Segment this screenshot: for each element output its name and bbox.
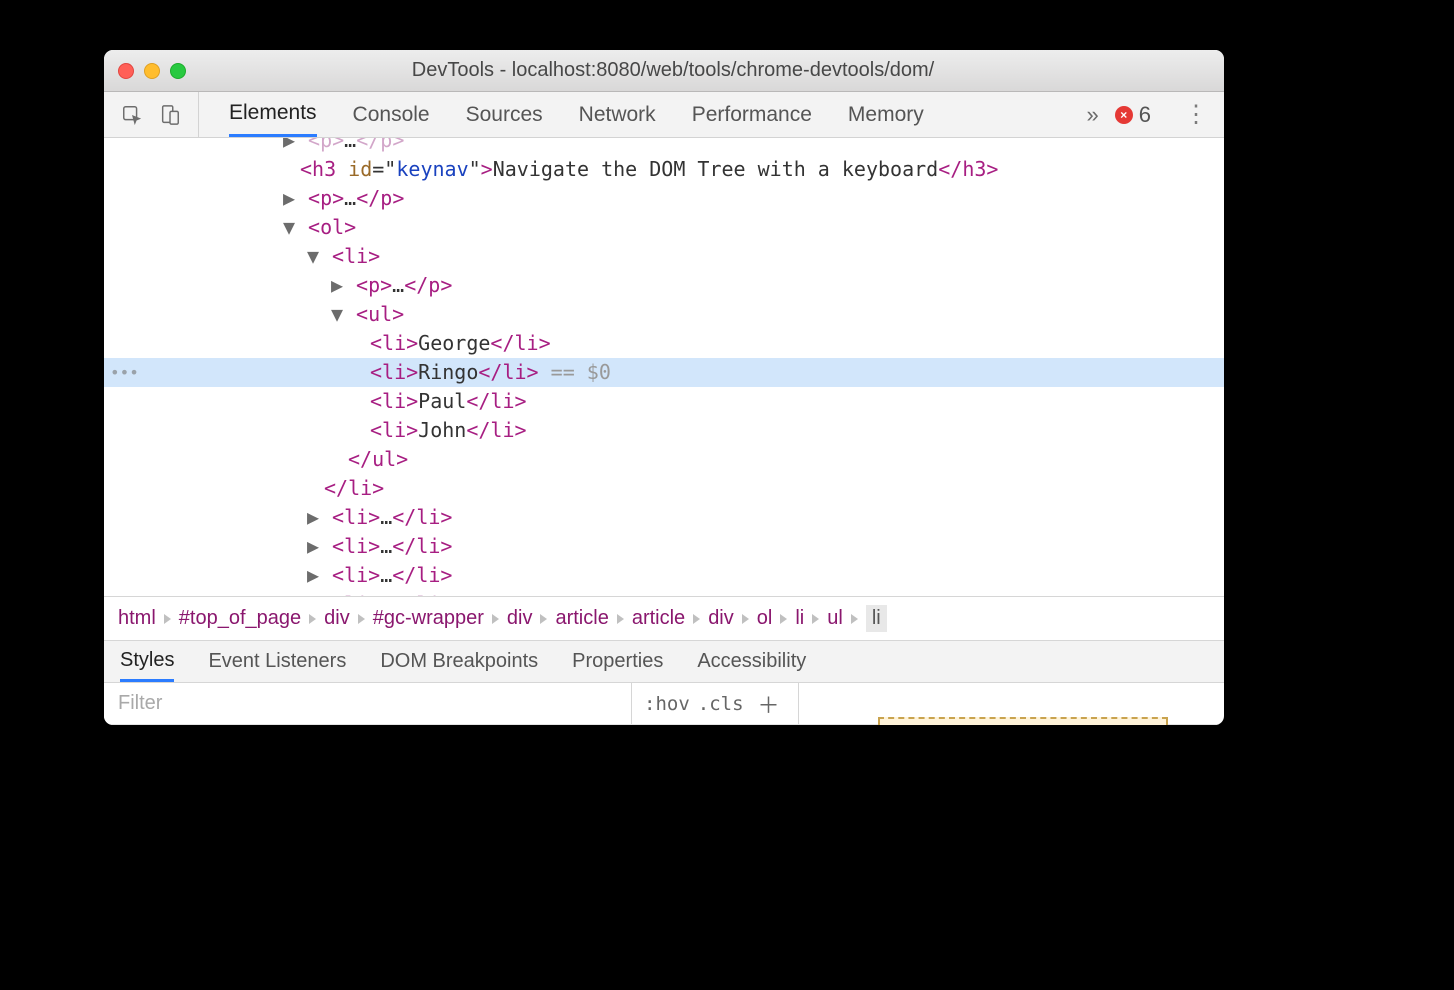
crumb-div[interactable]: div: [324, 607, 350, 630]
chevron-right-icon: [358, 614, 365, 624]
crumb-html[interactable]: html: [118, 607, 156, 630]
overflow-tabs-icon[interactable]: »: [1087, 102, 1099, 128]
new-style-rule-icon[interactable]: ＋: [752, 688, 786, 720]
tab-console[interactable]: Console: [353, 92, 430, 137]
toolbar-left-icons: [104, 92, 199, 137]
inspect-element-icon[interactable]: [120, 103, 144, 127]
chevron-right-icon: [812, 614, 819, 624]
chevron-right-icon: [742, 614, 749, 624]
crumb-top-of-page[interactable]: #top_of_page: [179, 607, 301, 630]
devtools-window: DevTools - localhost:8080/web/tools/chro…: [104, 50, 1224, 725]
tree-row[interactable]: </li>: [104, 474, 1224, 503]
chevron-right-icon: [693, 614, 700, 624]
tree-row-selected[interactable]: •••<li>Ringo</li> == $0: [104, 358, 1224, 387]
tree-row[interactable]: ▶ <li>…</li>: [104, 532, 1224, 561]
box-model-margin-icon: [878, 717, 1168, 725]
styles-filter-input[interactable]: [104, 683, 632, 724]
tree-row[interactable]: ▶ <li>…</li>: [104, 503, 1224, 532]
chevron-right-icon: [540, 614, 547, 624]
tree-row[interactable]: </ul>: [104, 445, 1224, 474]
styles-tabs: Styles Event Listeners DOM Breakpoints P…: [104, 641, 1224, 683]
tree-row-ul[interactable]: ▼ <ul>: [104, 300, 1224, 329]
crumb-div[interactable]: div: [507, 607, 533, 630]
crumb-gc-wrapper[interactable]: #gc-wrapper: [373, 607, 484, 630]
crumb-li[interactable]: li: [795, 607, 804, 630]
tree-row[interactable]: ▶ <p>…</p>: [104, 138, 1224, 155]
cls-toggle[interactable]: .cls: [698, 693, 744, 715]
tab-event-listeners[interactable]: Event Listeners: [208, 641, 346, 682]
tree-row-h3[interactable]: <h3 id="keynav">Navigate the DOM Tree wi…: [104, 155, 1224, 184]
dom-tree[interactable]: ▶ <p>…</p> <h3 id="keynav">Navigate the …: [104, 138, 1224, 596]
tree-row-li[interactable]: ▼ <li>: [104, 242, 1224, 271]
tree-row-item[interactable]: <li>John</li>: [104, 416, 1224, 445]
chevron-right-icon: [851, 614, 858, 624]
crumb-article[interactable]: article: [555, 607, 608, 630]
tab-styles[interactable]: Styles: [120, 641, 174, 682]
chevron-right-icon: [492, 614, 499, 624]
titlebar: DevTools - localhost:8080/web/tools/chro…: [104, 50, 1224, 92]
box-model-pane: [799, 683, 1224, 724]
tab-memory[interactable]: Memory: [848, 92, 924, 137]
tab-accessibility[interactable]: Accessibility: [697, 641, 806, 682]
tab-elements[interactable]: Elements: [229, 92, 317, 137]
crumb-article[interactable]: article: [632, 607, 685, 630]
tree-row-item[interactable]: <li>George</li>: [104, 329, 1224, 358]
hov-toggle[interactable]: :hov: [644, 693, 690, 715]
crumb-div[interactable]: div: [708, 607, 734, 630]
error-counter[interactable]: × 6: [1115, 102, 1151, 128]
selected-node-hint: == $0: [539, 360, 611, 384]
window-zoom-button[interactable]: [170, 63, 186, 79]
tree-row[interactable]: ▶ <li>…</li>: [104, 561, 1224, 590]
row-actions-icon[interactable]: •••: [104, 358, 139, 387]
chevron-right-icon: [309, 614, 316, 624]
tab-properties[interactable]: Properties: [572, 641, 663, 682]
main-toolbar: Elements Console Sources Network Perform…: [104, 92, 1224, 138]
panel-tabs: Elements Console Sources Network Perform…: [199, 92, 1071, 137]
error-count: 6: [1139, 102, 1151, 128]
window-minimize-button[interactable]: [144, 63, 160, 79]
device-toolbar-icon[interactable]: [158, 103, 182, 127]
tab-performance[interactable]: Performance: [692, 92, 812, 137]
tree-row[interactable]: ▶ <p>…</p>: [104, 271, 1224, 300]
styles-bar: :hov .cls ＋: [104, 683, 1224, 725]
error-icon: ×: [1115, 106, 1133, 124]
breadcrumb: html #top_of_page div #gc-wrapper div ar…: [104, 596, 1224, 641]
tree-row-ol[interactable]: ▼ <ol>: [104, 213, 1224, 242]
tree-row[interactable]: ▶ <p>…</p>: [104, 184, 1224, 213]
tab-sources[interactable]: Sources: [466, 92, 543, 137]
crumb-ol[interactable]: ol: [757, 607, 773, 630]
crumb-ul[interactable]: ul: [827, 607, 843, 630]
toolbar-right: » × 6 ⋮: [1071, 102, 1225, 128]
tab-dom-breakpoints[interactable]: DOM Breakpoints: [380, 641, 538, 682]
tree-row-item[interactable]: <li>Paul</li>: [104, 387, 1224, 416]
style-toggles: :hov .cls ＋: [632, 683, 799, 724]
tree-row[interactable]: ▶ <li>…</li>: [104, 590, 1224, 596]
window-title: DevTools - localhost:8080/web/tools/chro…: [196, 59, 1210, 82]
chevron-right-icon: [164, 614, 171, 624]
window-close-button[interactable]: [118, 63, 134, 79]
tab-network[interactable]: Network: [579, 92, 656, 137]
crumb-li-current[interactable]: li: [866, 605, 887, 632]
chevron-right-icon: [617, 614, 624, 624]
chevron-right-icon: [780, 614, 787, 624]
